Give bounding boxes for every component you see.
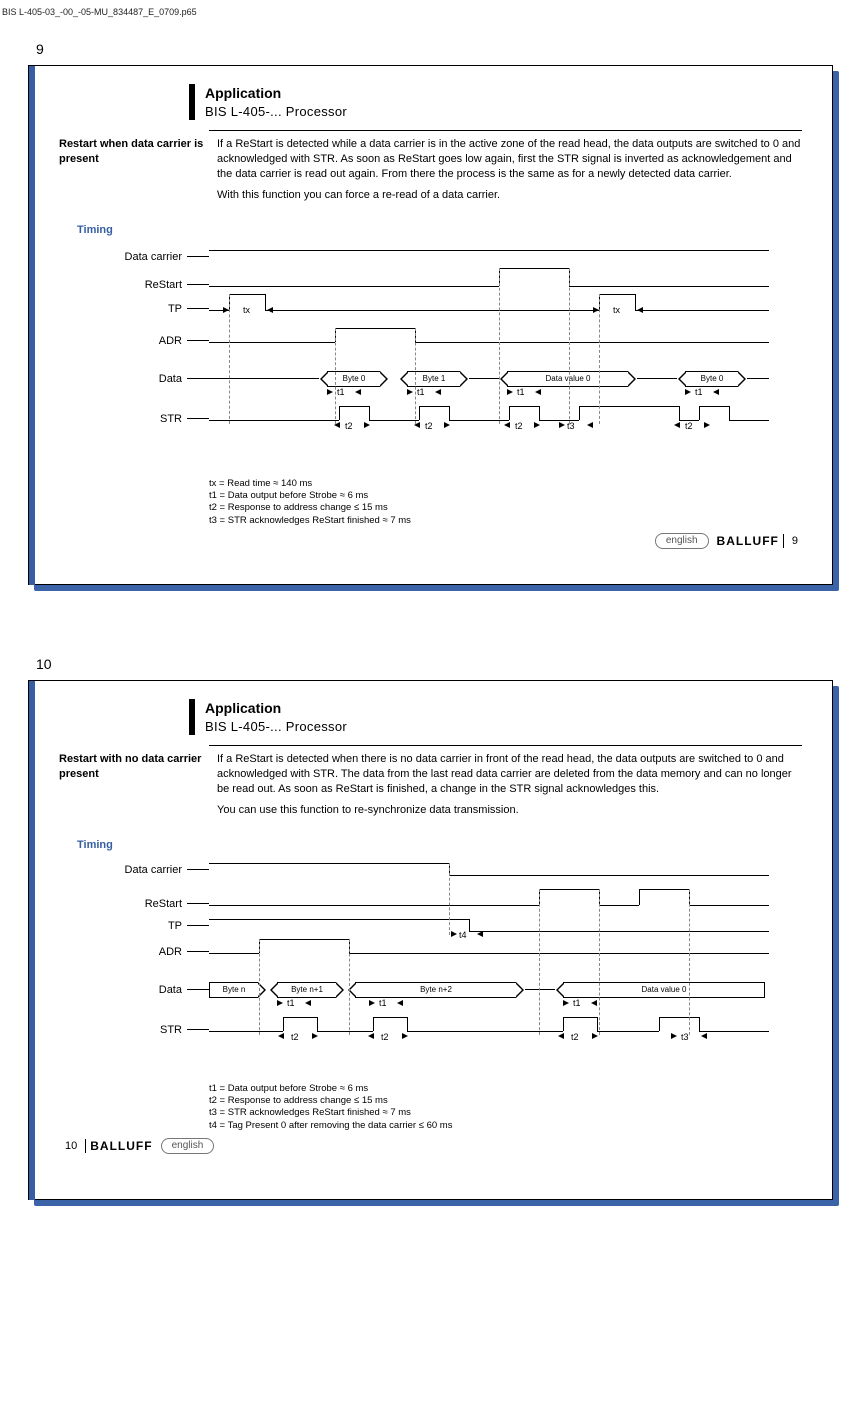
- language-pill: english: [655, 533, 709, 549]
- signal-label: Data: [77, 983, 182, 998]
- note-line: t2 = Response to address change ≤ 15 ms: [209, 502, 802, 514]
- section-label: Restart with no data carrier present: [59, 752, 217, 823]
- language-pill: english: [161, 1138, 215, 1154]
- signal-label: ADR: [77, 945, 182, 960]
- timing-marker: t3: [681, 1031, 689, 1043]
- signal-label: Data: [77, 372, 182, 387]
- data-box: Data value 0: [563, 982, 765, 998]
- timing-diagram: Data carrier ReStart TP ADR Data STR: [59, 242, 802, 472]
- note-line: t4 = Tag Present 0 after removing the da…: [209, 1120, 802, 1132]
- timing-notes: tx = Read time ≈ 140 ms t1 = Data output…: [209, 478, 802, 527]
- timing-marker: tx: [243, 304, 250, 316]
- page-footer: english BALLUFF 9: [59, 533, 802, 549]
- note-line: tx = Read time ≈ 140 ms: [209, 478, 802, 490]
- signal-label: ReStart: [77, 897, 182, 912]
- timing-marker: t2: [515, 420, 523, 432]
- page-number-top: 10: [36, 655, 861, 674]
- page-footer: 10 BALLUFF english: [61, 1138, 802, 1154]
- timing-diagram: Data carrier ReStart TP ADR Data STR: [59, 857, 802, 1077]
- body-paragraph: If a ReStart is detected when there is n…: [217, 752, 802, 797]
- timing-heading: Timing: [77, 838, 802, 853]
- timing-marker: t1: [573, 997, 581, 1009]
- page-card: Application BIS L-405-... Processor Rest…: [28, 680, 833, 1200]
- section-row: Restart with no data carrier present If …: [59, 752, 802, 823]
- timing-marker: t2: [345, 420, 353, 432]
- page-number-top: 9: [36, 40, 861, 59]
- timing-marker: t2: [425, 420, 433, 432]
- page-card: Application BIS L-405-... Processor Rest…: [28, 65, 833, 585]
- timing-marker: t2: [571, 1031, 579, 1043]
- title-bar-icon: [189, 699, 195, 735]
- brand-logo: BALLUFF: [90, 1138, 152, 1154]
- note-line: t3 = STR acknowledges ReStart finished ≈…: [209, 1107, 802, 1119]
- timing-marker: t1: [417, 386, 425, 398]
- body-paragraph: You can use this function to re-synchron…: [217, 803, 802, 818]
- title-block: Application BIS L-405-... Processor: [189, 84, 802, 120]
- body-paragraph: With this function you can force a re-re…: [217, 188, 802, 203]
- card-body: Application BIS L-405-... Processor Rest…: [28, 65, 833, 585]
- note-line: t2 = Response to address change ≤ 15 ms: [209, 1095, 802, 1107]
- note-line: t1 = Data output before Strobe ≈ 6 ms: [209, 490, 802, 502]
- timing-marker: t2: [381, 1031, 389, 1043]
- timing-notes: t1 = Data output before Strobe ≈ 6 ms t2…: [209, 1083, 802, 1132]
- timing-marker: t4: [459, 929, 467, 941]
- title-bar-icon: [189, 84, 195, 120]
- subtitle: BIS L-405-... Processor: [205, 103, 347, 121]
- subtitle: BIS L-405-... Processor: [205, 718, 347, 736]
- signal-label: ReStart: [77, 278, 182, 293]
- section-body: If a ReStart is detected while a data ca…: [217, 137, 802, 208]
- note-line: t3 = STR acknowledges ReStart finished ≈…: [209, 515, 802, 527]
- file-header: BIS L-405-03_-00_-05-MU_834487_E_0709.p6…: [2, 6, 861, 18]
- divider: [209, 130, 802, 131]
- signal-label: STR: [77, 1023, 182, 1038]
- signal-label: Data carrier: [77, 250, 182, 265]
- signal-label: Data carrier: [77, 863, 182, 878]
- brand-logo: BALLUFF: [717, 533, 779, 549]
- signal-label: TP: [77, 302, 182, 317]
- data-box: Byte n: [209, 982, 258, 998]
- title: Application: [205, 699, 347, 718]
- title: Application: [205, 84, 347, 103]
- timing-heading: Timing: [77, 223, 802, 238]
- divider-icon: [783, 534, 784, 548]
- signal-label: STR: [77, 412, 182, 427]
- note-line: t1 = Data output before Strobe ≈ 6 ms: [209, 1083, 802, 1095]
- title-block: Application BIS L-405-... Processor: [189, 699, 802, 735]
- footer-page-number: 9: [792, 534, 798, 549]
- section-body: If a ReStart is detected when there is n…: [217, 752, 802, 823]
- timing-marker: t1: [379, 997, 387, 1009]
- section-label: Restart when data carrier is present: [59, 137, 217, 208]
- timing-marker: t2: [685, 420, 693, 432]
- timing-marker: t1: [337, 386, 345, 398]
- card-body: Application BIS L-405-... Processor Rest…: [28, 680, 833, 1200]
- timing-marker: t2: [291, 1031, 299, 1043]
- signal-label: TP: [77, 919, 182, 934]
- divider-icon: [85, 1139, 86, 1153]
- section-row: Restart when data carrier is present If …: [59, 137, 802, 208]
- footer-page-number: 10: [65, 1139, 77, 1154]
- timing-marker: tx: [613, 304, 620, 316]
- timing-marker: t1: [695, 386, 703, 398]
- data-box: Byte 0: [685, 371, 738, 387]
- timing-marker: t1: [517, 386, 525, 398]
- data-box: Byte n+2: [355, 982, 516, 998]
- timing-marker: t1: [287, 997, 295, 1009]
- body-paragraph: If a ReStart is detected while a data ca…: [217, 137, 802, 182]
- data-box: Data value 0: [507, 371, 628, 387]
- divider: [209, 745, 802, 746]
- signal-label: ADR: [77, 334, 182, 349]
- data-box: Byte n+1: [277, 982, 336, 998]
